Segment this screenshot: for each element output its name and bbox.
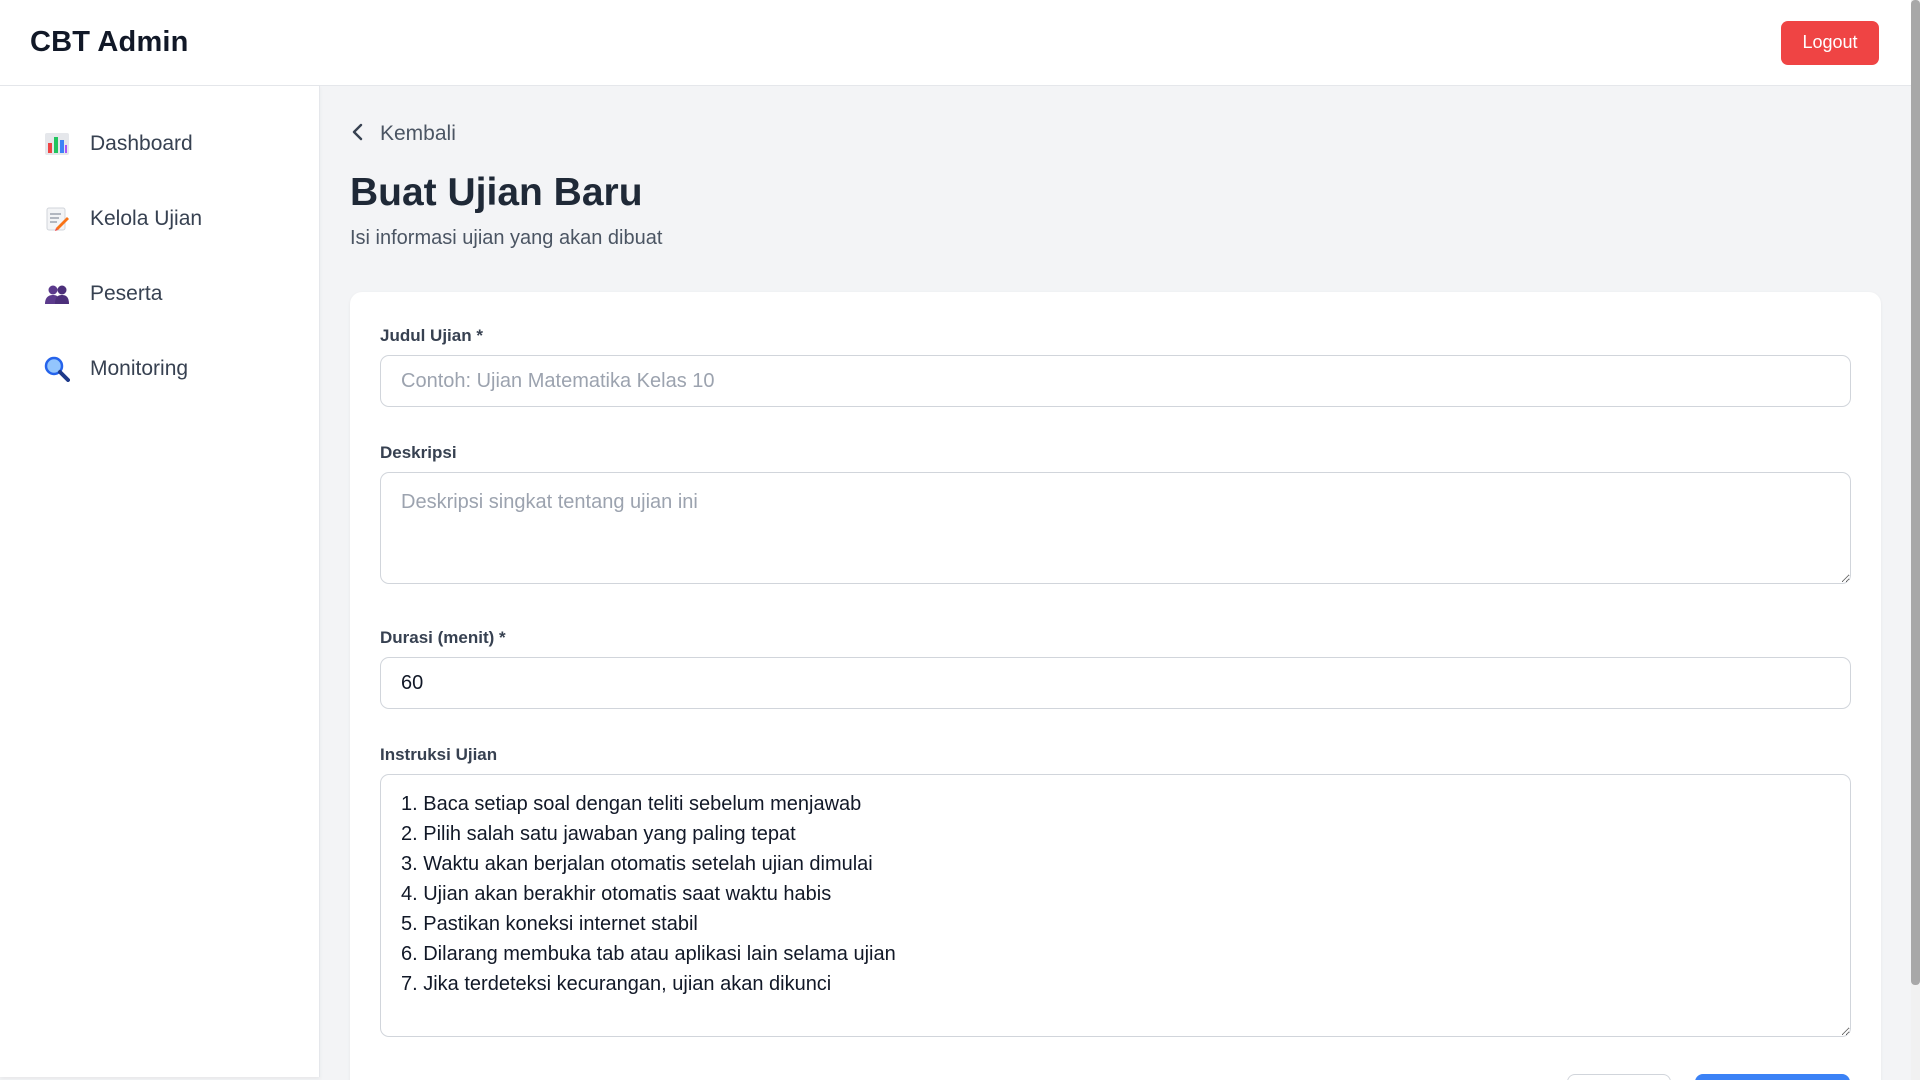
scrollbar-track[interactable]	[1911, 0, 1920, 1080]
title-input[interactable]	[380, 355, 1851, 407]
sidebar-item-label: Peserta	[90, 281, 163, 305]
sidebar-item-label: Dashboard	[90, 131, 193, 155]
page-subtitle: Isi informasi ujian yang akan dibuat	[350, 227, 663, 249]
people-icon	[44, 281, 70, 307]
sidebar-item-peserta[interactable]: Peserta	[0, 256, 319, 331]
duration-label: Durasi (menit) *	[380, 628, 506, 647]
bar-chart-icon	[44, 131, 70, 157]
back-label: Kembali	[380, 122, 456, 145]
chevron-left-icon	[350, 122, 366, 147]
sidebar-item-label: Monitoring	[90, 356, 189, 380]
description-textarea[interactable]	[380, 472, 1851, 584]
cancel-button[interactable]	[1567, 1074, 1671, 1080]
magnifier-icon	[44, 356, 70, 382]
app-title: CBT Admin	[30, 26, 189, 58]
sidebar: Dashboard Kelola Ujian Peserta Monitorin…	[0, 86, 320, 1077]
top-bar: CBT Admin Logout	[0, 0, 1911, 86]
instructions-textarea[interactable]: 1. Baca setiap soal dengan teliti sebelu…	[380, 774, 1851, 1037]
main-content: Kembali Buat Ujian Baru Isi informasi uj…	[350, 86, 1881, 1080]
instructions-label: Instruksi Ujian	[380, 745, 498, 764]
sidebar-item-monitoring[interactable]: Monitoring	[0, 331, 319, 406]
memo-icon	[44, 206, 70, 232]
duration-input[interactable]	[380, 657, 1851, 709]
save-button[interactable]	[1695, 1074, 1850, 1080]
logout-button[interactable]: Logout	[1781, 20, 1879, 65]
title-label: Judul Ujian *	[380, 326, 483, 345]
sidebar-item-label: Kelola Ujian	[90, 206, 203, 230]
sidebar-item-kelola-ujian[interactable]: Kelola Ujian	[0, 181, 319, 256]
exam-form-card: Judul Ujian * Deskripsi Durasi (menit) *…	[350, 292, 1881, 1080]
scrollbar-thumb[interactable]	[1911, 0, 1920, 985]
sidebar-item-dashboard[interactable]: Dashboard	[0, 106, 319, 181]
page-title: Buat Ujian Baru	[350, 171, 643, 214]
back-link[interactable]: Kembali	[350, 119, 480, 149]
description-label: Deskripsi	[380, 443, 457, 462]
